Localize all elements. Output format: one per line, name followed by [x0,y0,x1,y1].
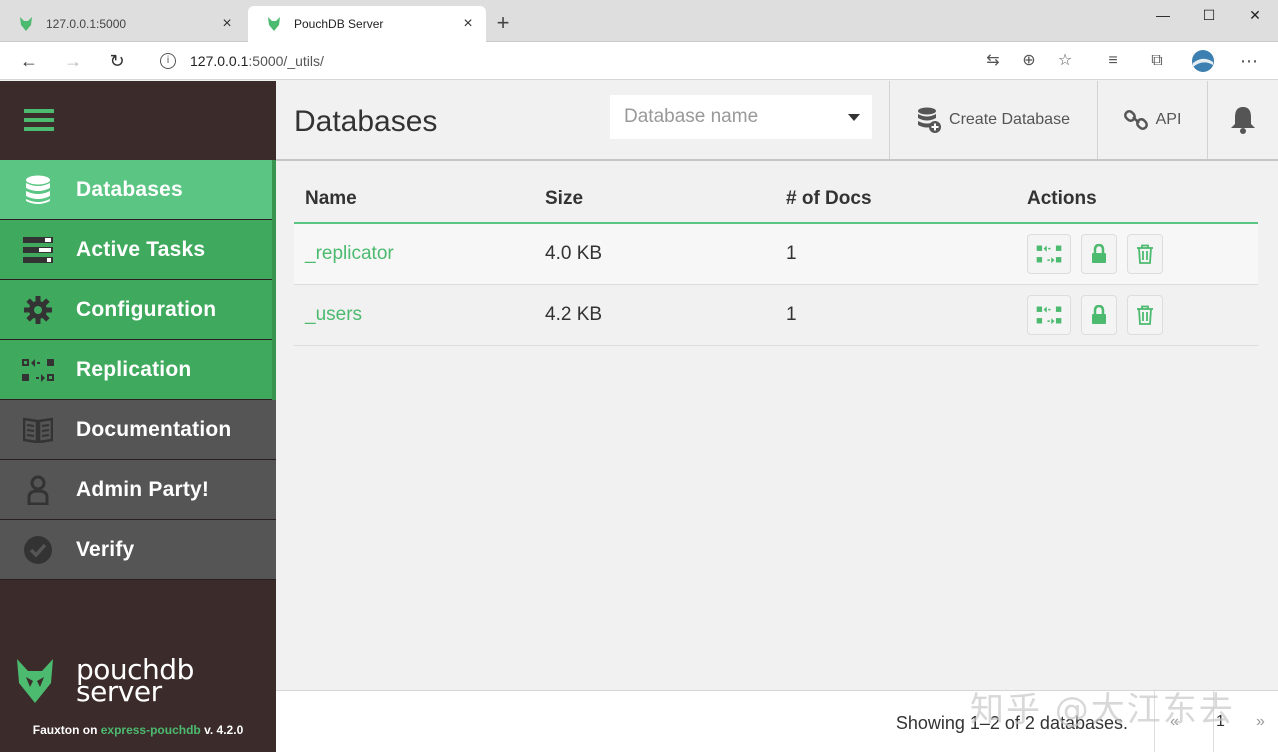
browser-tab-bar: 127.0.0.1:5000 × PouchDB Server × + — ☐ … [0,0,1278,42]
database-link[interactable]: _users [305,304,362,325]
pouchdb-favicon-icon [20,17,32,31]
more-menu-icon[interactable]: ⋯ [1234,46,1264,76]
sidebar-item-label: Admin Party! [76,477,210,501]
link-icon [1123,110,1148,130]
collections-icon[interactable]: ⧉ [1142,46,1172,76]
gear-icon [24,295,52,324]
tab-label: 127.0.0.1:5000 [46,17,127,31]
check-circle-icon [24,535,52,564]
replication-icon [1036,306,1062,325]
express-pouchdb-link[interactable]: express-pouchdb [101,723,201,737]
database-icon [26,175,50,204]
browser-address-bar: ← → ↻ i 127.0.0.1:5000/_utils/ ⇆ ⊕ ☆ ≡ ⧉… [0,42,1278,80]
database-doc-count: 1 [786,243,797,264]
permissions-button[interactable] [1081,234,1117,274]
pagination-next[interactable]: » [1256,713,1265,731]
notifications-button[interactable] [1207,81,1278,159]
database-link[interactable]: _replicator [305,243,394,264]
column-header-actions: Actions [1027,188,1097,209]
back-arrow-icon[interactable]: ← [14,46,44,76]
fauxton-version: Fauxton on express-pouchdb v. 4.2.0 [32,723,244,737]
watermark: 知乎 @大江东去 [970,690,1235,730]
database-size: 4.2 KB [545,304,603,325]
api-label: API [1155,111,1182,128]
new-tab-button[interactable]: + [492,10,514,36]
database-doc-count: 1 [786,304,797,325]
close-tab-icon[interactable]: × [460,15,476,33]
pouchdb-favicon-icon [268,17,280,31]
browser-tab-1[interactable]: 127.0.0.1:5000 × [0,6,245,42]
sidebar-item-admin-party[interactable]: Admin Party! [0,460,276,520]
tab-label: PouchDB Server [294,17,384,31]
sidebar-item-label: Replication [76,357,192,381]
trash-icon [1137,305,1153,325]
pouchdb-logo-icon [17,659,53,703]
browser-tab-2[interactable]: PouchDB Server × [248,6,486,42]
trash-icon [1137,244,1153,264]
permissions-button[interactable] [1081,295,1117,335]
replication-icon [22,358,54,382]
tasks-icon [23,236,53,263]
databases-table: Name Size # of Docs Actions _replicator … [294,176,1258,346]
site-info-icon[interactable]: i [160,53,176,69]
sidebar-item-label: Documentation [76,417,232,441]
database-name-select[interactable]: Database name [610,95,872,139]
create-database-label: Create Database [949,111,1070,128]
pouchdb-server-logo: pouchdb server [16,656,266,717]
delete-database-button[interactable] [1127,295,1163,335]
table-row: _users 4.2 KB 1 [294,285,1258,346]
sidebar-item-label: Databases [76,177,183,201]
lock-icon [1092,305,1106,324]
hamburger-menu-icon[interactable] [24,109,54,131]
favorite-star-icon[interactable]: ☆ [1050,46,1080,76]
database-size: 4.0 KB [545,243,603,264]
favorites-list-icon[interactable]: ≡ [1098,46,1128,76]
sidebar-nav: Databases Active Tasks Configuration Rep… [0,160,276,580]
sidebar-item-replication[interactable]: Replication [0,340,276,400]
sidebar-item-label: Verify [76,537,135,561]
close-window-button[interactable]: ✕ [1232,0,1278,30]
sidebar-item-documentation[interactable]: Documentation [0,400,276,460]
sidebar-item-label: Active Tasks [76,237,206,261]
api-button[interactable]: API [1097,81,1207,159]
sidebar-item-databases[interactable]: Databases [0,160,276,220]
sidebar-item-configuration[interactable]: Configuration [0,280,276,340]
url-host: 127.0.0.1 [190,53,249,69]
sidebar-item-active-tasks[interactable]: Active Tasks [0,220,276,280]
table-header: Name Size # of Docs Actions [294,176,1258,224]
delete-database-button[interactable] [1127,234,1163,274]
lock-icon [1092,244,1106,263]
minimize-button[interactable]: — [1140,0,1186,30]
translate-icon[interactable]: ⇆ [978,46,1008,76]
column-header-name: Name [305,188,357,209]
database-name-placeholder: Database name [624,106,759,127]
replication-icon [1036,245,1062,264]
url-path: :5000/_utils/ [248,53,324,69]
sidebar: Databases Active Tasks Configuration Rep… [0,81,276,752]
zoom-icon[interactable]: ⊕ [1014,46,1044,76]
user-icon [27,475,49,505]
column-header-size: Size [545,188,584,209]
sidebar-item-label: Configuration [76,297,217,321]
url-field[interactable]: i 127.0.0.1:5000/_utils/ [146,46,1086,76]
refresh-icon[interactable]: ↻ [102,46,132,76]
add-database-icon [918,107,942,133]
sidebar-item-verify[interactable]: Verify [0,520,276,580]
table-row: _replicator 4.0 KB 1 [294,224,1258,285]
book-icon [23,417,53,443]
forward-arrow-icon[interactable]: → [58,46,88,76]
bell-icon [1231,107,1255,134]
main-header: Databases Database name Create Database … [276,81,1278,161]
column-header-docs: # of Docs [786,188,872,209]
page-title: Databases [294,105,438,138]
replicate-button[interactable] [1027,234,1071,274]
replicate-button[interactable] [1027,295,1071,335]
create-database-button[interactable]: Create Database [889,81,1097,159]
profile-avatar-icon[interactable] [1188,46,1218,76]
chevron-down-icon [848,114,860,121]
maximize-button[interactable]: ☐ [1186,0,1232,30]
close-tab-icon[interactable]: × [219,15,235,33]
